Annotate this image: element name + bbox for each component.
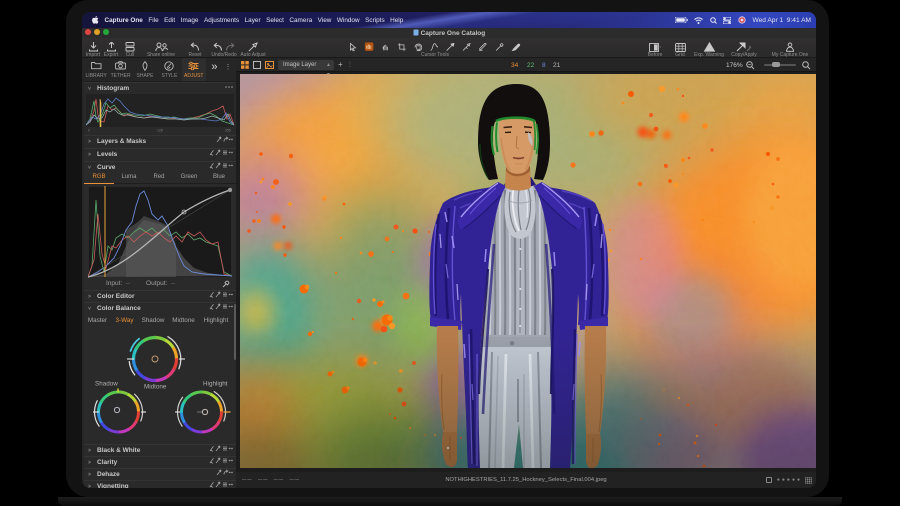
svg-text:0: 0 <box>88 128 90 132</box>
svg-text:255: 255 <box>225 128 231 132</box>
svg-text:Midtone: Midtone <box>144 384 167 391</box>
svg-text:Highlight: Highlight <box>203 381 228 388</box>
svg-text:128: 128 <box>157 128 163 132</box>
svg-text:Shadow: Shadow <box>95 381 118 388</box>
